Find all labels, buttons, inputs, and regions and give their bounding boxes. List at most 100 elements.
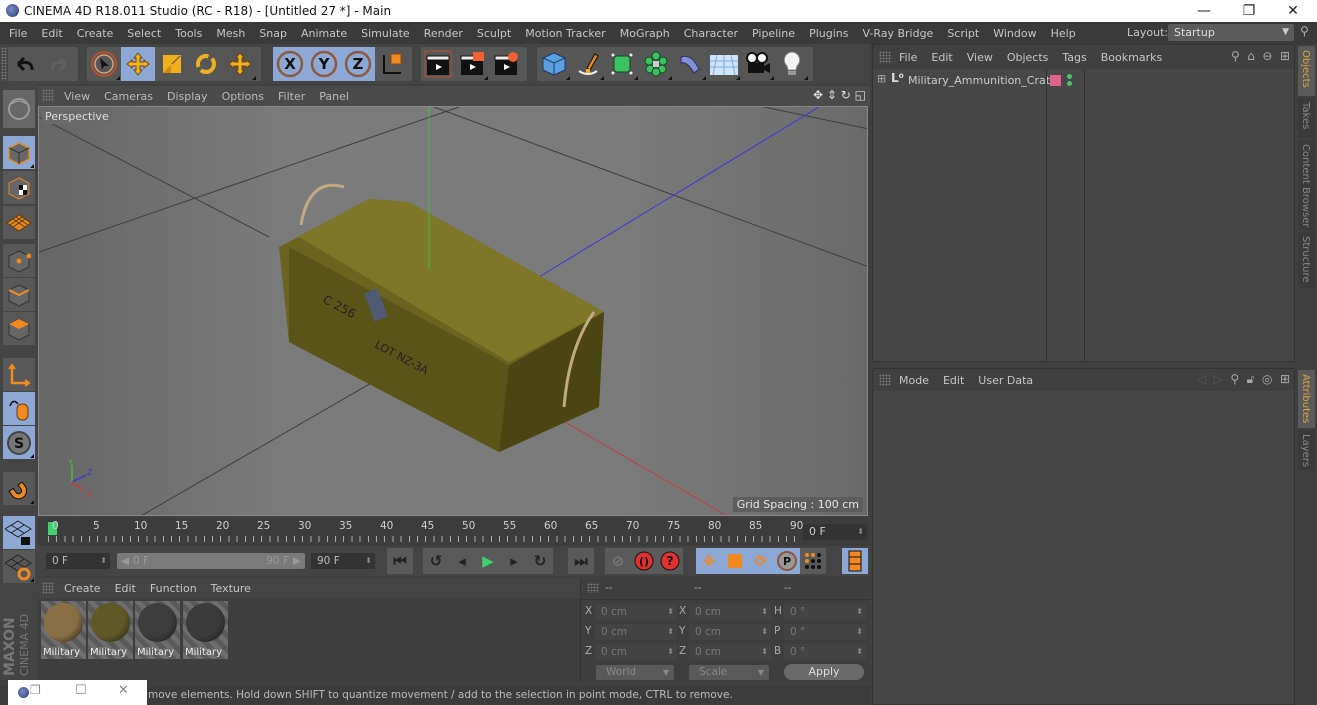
position-y-field[interactable]: 0 cm ⬍ — [595, 624, 677, 640]
tab-takes[interactable]: Takes — [1298, 98, 1315, 138]
range-left-arrow-icon[interactable]: ◀ — [121, 553, 129, 569]
om-menu-view[interactable]: View — [960, 51, 1000, 64]
tweak-mode-icon[interactable] — [3, 392, 35, 425]
redo-icon[interactable] — [42, 47, 76, 81]
go-to-start-button[interactable]: ⏮ — [387, 548, 413, 574]
make-editable-icon[interactable] — [3, 90, 35, 128]
recent-tool-icon[interactable] — [223, 47, 257, 81]
viewport-menu-view[interactable]: View — [57, 90, 97, 103]
record-keys-disabled-icon[interactable]: ⊘ — [605, 548, 631, 574]
parameter-key-button[interactable]: P — [774, 548, 800, 574]
size-z-field[interactable]: 0 cm ⬍ — [689, 644, 771, 660]
object-manager-grip[interactable] — [879, 51, 891, 63]
close-button[interactable]: ✕ — [1270, 0, 1316, 22]
points-mode-icon[interactable] — [3, 244, 35, 277]
om-menu-tags[interactable]: Tags — [1055, 51, 1093, 64]
om-menu-edit[interactable]: Edit — [924, 51, 959, 64]
rotation-p-field[interactable]: 0 ° ⬍ — [784, 624, 866, 640]
snap-magnet-icon[interactable] — [3, 472, 35, 505]
y-axis-lock-icon[interactable]: Y — [307, 47, 341, 81]
om-menu-bookmarks[interactable]: Bookmarks — [1094, 51, 1169, 64]
rotate-icon[interactable] — [189, 47, 223, 81]
undo-icon[interactable] — [8, 47, 42, 81]
end-frame-field[interactable]: 90 F ⬍ — [311, 553, 375, 569]
minimized-window-thumbnail[interactable]: ❐ ☐ ✕ — [8, 680, 147, 705]
scale-icon[interactable] — [155, 47, 189, 81]
attribute-manager-grip[interactable] — [879, 374, 891, 386]
autokey-button[interactable]: () — [631, 548, 657, 574]
coordinate-mode-dropdown[interactable]: World ▼ — [596, 665, 674, 680]
menu-plugins[interactable]: Plugins — [802, 27, 855, 40]
keyframe-selection-button[interactable]: ? — [657, 548, 683, 574]
start-frame-field[interactable]: 0 F ⬍ — [46, 553, 110, 569]
forward-arrow-icon[interactable]: ▷ — [1214, 372, 1223, 386]
menu-tools[interactable]: Tools — [168, 27, 209, 40]
timeline-window-button[interactable] — [842, 548, 868, 574]
lock-workplane-icon[interactable] — [3, 516, 35, 549]
target-icon[interactable]: ◎ — [1262, 372, 1272, 386]
render-to-picture-viewer-icon[interactable] — [455, 47, 489, 81]
restore-icon[interactable]: ❐ — [30, 683, 41, 697]
menu-select[interactable]: Select — [120, 27, 168, 40]
cloner-icon[interactable] — [639, 47, 673, 81]
move-icon[interactable] — [121, 47, 155, 81]
lock-icon[interactable]: 🔓︎ — [1247, 372, 1255, 387]
timeline-ruler[interactable]: 0 5 10 15 20 25 30 35 40 45 50 55 60 65 70 75 80 85 90 — [38, 518, 870, 546]
viewport-pan-icon[interactable]: ✥ — [813, 88, 823, 102]
go-to-end-button[interactable]: ⏭ — [568, 548, 594, 574]
menu-vray-bridge[interactable]: V-Ray Bridge — [855, 27, 940, 40]
menu-help[interactable]: Help — [1044, 27, 1083, 40]
material-grip[interactable] — [42, 582, 54, 594]
texture-mode-icon[interactable] — [3, 171, 35, 204]
play-button[interactable]: ▶ — [475, 548, 501, 574]
tab-structure[interactable]: Structure — [1298, 232, 1315, 288]
viewport-menu-filter[interactable]: Filter — [271, 90, 312, 103]
viewport-maximize-icon[interactable]: ◱ — [855, 88, 866, 102]
menu-sculpt[interactable]: Sculpt — [470, 27, 518, 40]
axis-mode-icon[interactable] — [3, 358, 35, 391]
object-name[interactable]: Military_Ammunition_Crate — [908, 74, 1057, 87]
model-mode-icon[interactable] — [3, 136, 35, 169]
search-icon[interactable]: ⚲ — [1300, 24, 1309, 38]
position-key-button[interactable]: ✥ — [696, 548, 722, 574]
viewport-menu-panel[interactable]: Panel — [312, 90, 356, 103]
search-icon[interactable]: ⚲ — [1230, 372, 1239, 386]
am-menu-mode[interactable]: Mode — [892, 374, 936, 387]
workplane-mode-icon[interactable] — [3, 206, 35, 239]
menu-character[interactable]: Character — [677, 27, 745, 40]
minimize-button[interactable]: — — [1181, 0, 1227, 22]
z-axis-lock-icon[interactable]: Z — [341, 47, 375, 81]
floor-icon[interactable] — [707, 47, 741, 81]
pen-spline-icon[interactable] — [571, 47, 605, 81]
camera-icon[interactable] — [741, 47, 775, 81]
menu-mesh[interactable]: Mesh — [209, 27, 252, 40]
tab-attributes[interactable]: Attributes — [1298, 370, 1315, 428]
live-selection-icon[interactable] — [87, 47, 121, 81]
material-menu-create[interactable]: Create — [57, 582, 108, 595]
material-item[interactable]: Military — [183, 601, 228, 659]
toolbar-grip[interactable] — [1, 47, 7, 81]
home-icon[interactable]: ⌂ — [1247, 49, 1255, 63]
tab-layers[interactable]: Layers — [1298, 430, 1315, 470]
material-menu-edit[interactable]: Edit — [108, 582, 143, 595]
viewport-rotate-icon[interactable]: ↻ — [841, 88, 851, 102]
polygons-mode-icon[interactable] — [3, 312, 35, 345]
solo-mode-icon[interactable]: S — [3, 426, 35, 459]
position-z-field[interactable]: 0 cm ⬍ — [595, 644, 677, 660]
am-menu-user-data[interactable]: User Data — [971, 374, 1040, 387]
menu-edit[interactable]: Edit — [34, 27, 69, 40]
layer-color-swatch[interactable] — [1050, 75, 1061, 86]
x-axis-lock-icon[interactable]: X — [273, 47, 307, 81]
edges-mode-icon[interactable] — [3, 278, 35, 311]
viewport-menu-cameras[interactable]: Cameras — [97, 90, 160, 103]
next-frame-button[interactable]: ▸ — [501, 548, 527, 574]
viewport-menu-display[interactable]: Display — [160, 90, 215, 103]
render-settings-icon[interactable] — [489, 47, 523, 81]
viewport-menu-options[interactable]: Options — [215, 90, 271, 103]
search-icon[interactable]: ⚲ — [1231, 49, 1240, 63]
menu-mograph[interactable]: MoGraph — [613, 27, 677, 40]
menu-pipeline[interactable]: Pipeline — [745, 27, 802, 40]
coordinates-grip[interactable] — [587, 583, 599, 593]
size-x-field[interactable]: 0 cm ⬍ — [689, 604, 771, 620]
menu-script[interactable]: Script — [940, 27, 986, 40]
